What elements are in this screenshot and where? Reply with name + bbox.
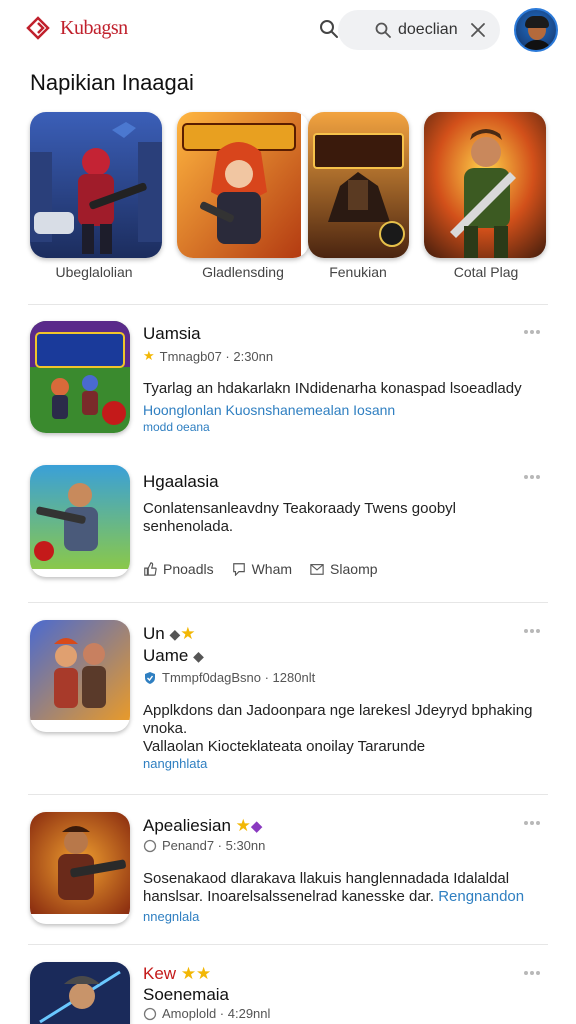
star-icon: ★ bbox=[143, 348, 155, 363]
star-icon: ★ bbox=[235, 816, 251, 835]
feed-thumbnail-4[interactable] bbox=[30, 812, 130, 924]
more-options-icon[interactable] bbox=[524, 812, 544, 825]
brand-name[interactable]: Kubagsn bbox=[60, 17, 128, 40]
feed-thumbnail-5[interactable] bbox=[30, 962, 130, 1024]
user-avatar[interactable] bbox=[514, 8, 558, 52]
more-options-icon[interactable] bbox=[524, 962, 544, 975]
featured-art-4 bbox=[424, 112, 546, 258]
feed-thumbnail-1[interactable] bbox=[30, 321, 130, 433]
search-icon[interactable] bbox=[318, 18, 340, 40]
brand-logo-icon[interactable] bbox=[26, 16, 50, 40]
comment-icon bbox=[232, 563, 245, 576]
clear-search-icon[interactable] bbox=[468, 20, 488, 40]
divider bbox=[28, 602, 548, 603]
search-query: doeclian bbox=[398, 21, 458, 38]
thumbs-up-icon bbox=[144, 562, 157, 576]
feed-description: Conlatensanleavdny Teakoraady Twens goob… bbox=[143, 500, 456, 535]
search-input[interactable]: doeclian bbox=[338, 10, 500, 50]
featured-art-2 bbox=[177, 112, 301, 258]
star-icon: ★ bbox=[180, 624, 196, 643]
clock-icon bbox=[143, 839, 157, 852]
feed-link[interactable]: nangnhlata bbox=[143, 755, 543, 773]
more-options-icon[interactable] bbox=[524, 466, 544, 479]
feed-description: Sosenakaod dlarakava llakuis hanglennada… bbox=[143, 870, 525, 905]
feed-description: Applkdons dan Jadoonpara nge larekesl Jd… bbox=[143, 702, 533, 737]
gem-icon: ◆ bbox=[169, 626, 181, 642]
gem-icon: ◆ bbox=[193, 648, 204, 664]
star-icon: ★★ bbox=[180, 964, 212, 983]
feed-description-2: Vallaolan Kiocteklateata onoilay Tararun… bbox=[143, 738, 426, 755]
featured-card-3[interactable] bbox=[308, 112, 409, 258]
feed-link-secondary[interactable]: modd oeana bbox=[143, 418, 543, 436]
feed-thumbnail-3[interactable] bbox=[30, 620, 130, 732]
featured-card-2[interactable] bbox=[177, 112, 309, 258]
feed-meta: Amoplold · 4:29nnl bbox=[143, 1006, 270, 1021]
feed-meta: ★ Tmnagb07 · 2:30nn bbox=[143, 348, 274, 364]
featured-label-4: Cotal Plag bbox=[453, 264, 519, 280]
divider bbox=[28, 944, 548, 945]
share-icon bbox=[310, 564, 324, 575]
featured-art-1 bbox=[30, 112, 162, 258]
feed-art-5 bbox=[30, 962, 130, 1024]
gem-icon: ◆ bbox=[250, 818, 263, 835]
feed-art-3 bbox=[30, 620, 130, 720]
divider bbox=[28, 304, 548, 305]
comment-button[interactable]: Wham bbox=[232, 561, 292, 577]
more-options-icon[interactable] bbox=[524, 321, 544, 334]
feed-art-4 bbox=[30, 812, 130, 914]
share-button[interactable]: Slaomp bbox=[310, 561, 378, 577]
feed-title[interactable]: Apealiesian ★◆ bbox=[143, 816, 262, 836]
app-header: Kubagsn doeclian bbox=[0, 0, 576, 60]
divider bbox=[28, 794, 548, 795]
feed-link[interactable]: nnegnlala bbox=[143, 908, 543, 926]
featured-art-3 bbox=[308, 112, 409, 258]
featured-card-1[interactable] bbox=[30, 112, 162, 258]
feed-subtitle: Soenemaia bbox=[143, 985, 230, 1004]
feed-subtitle: Uame ◆ bbox=[143, 646, 204, 665]
section-title: Napikian Inaagai bbox=[30, 70, 194, 95]
featured-label-3: Fenukian bbox=[329, 264, 387, 280]
like-button[interactable]: Pnoadls bbox=[143, 561, 214, 577]
featured-label-1: Ubeglalolian bbox=[55, 264, 133, 280]
featured-card-4[interactable] bbox=[424, 112, 546, 258]
feed-meta: Penand7 · 5:30nn bbox=[143, 838, 265, 853]
feed-art-1 bbox=[30, 321, 130, 433]
feed-meta: Tmmpf0dagBsno · 1280nlt bbox=[143, 670, 315, 685]
search-field-icon bbox=[375, 22, 391, 38]
verified-icon bbox=[145, 671, 155, 684]
feed-title[interactable]: Kew ★★ bbox=[143, 964, 211, 984]
feed-thumbnail-2[interactable] bbox=[30, 465, 130, 577]
action-bar: Pnoadls Wham Slaomp bbox=[143, 561, 378, 577]
featured-carousel: Ubeglalolian Gladlensding Fenukian Cotal… bbox=[0, 112, 576, 292]
feed-title[interactable]: Uamsia bbox=[143, 324, 201, 344]
more-options-icon[interactable] bbox=[524, 620, 544, 633]
feed-title[interactable]: Un ◆★ bbox=[143, 624, 196, 644]
inline-link[interactable]: Rengnandon bbox=[438, 888, 524, 905]
feed-link[interactable]: Hoonglonlan Kuosnshanemealan Iosann bbox=[143, 401, 543, 419]
feed-art-2 bbox=[30, 465, 130, 569]
clock-icon bbox=[143, 1007, 157, 1020]
feed-title[interactable]: Hgaalasia bbox=[143, 472, 219, 492]
feed-description: Tyarlag an hdakarlakn INdidenarha konasp… bbox=[143, 380, 522, 397]
